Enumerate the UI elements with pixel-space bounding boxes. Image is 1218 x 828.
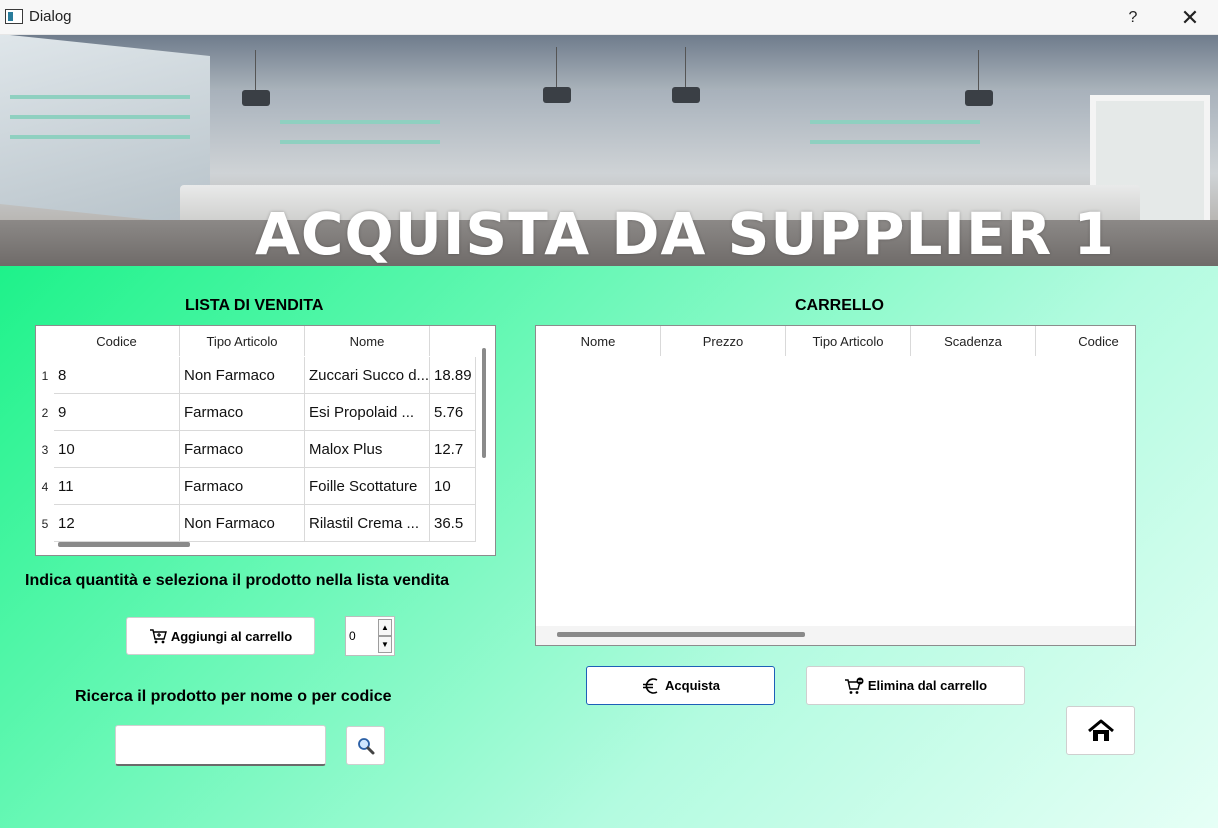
home-button[interactable]	[1066, 706, 1135, 755]
table-cell[interactable]: 8	[54, 357, 180, 394]
table-cell[interactable]: 18.89	[430, 357, 476, 394]
table-cell[interactable]: 9	[54, 394, 180, 431]
page-headline: ACQUISTA DA SUPPLIER 1	[255, 200, 1115, 266]
buy-button[interactable]: Acquista	[586, 666, 775, 705]
column-header-nome[interactable]: Nome	[536, 326, 661, 356]
table-cell[interactable]: Farmaco	[180, 394, 305, 431]
search-button[interactable]	[346, 726, 385, 765]
quantity-stepper[interactable]: 0 ▲ ▼	[345, 616, 395, 656]
banner-shelf	[10, 135, 190, 139]
banner-shelf	[10, 115, 190, 119]
column-header-nome[interactable]: Nome	[305, 326, 430, 356]
row-number[interactable]: 4	[36, 468, 54, 505]
table-cell[interactable]: Farmaco	[180, 468, 305, 505]
close-button[interactable]: ✕	[1165, 0, 1215, 35]
table-cell[interactable]: 11	[54, 468, 180, 505]
add-to-cart-label: Aggiungi al carrello	[170, 628, 293, 644]
banner-shelf	[810, 120, 980, 124]
title-bar: Dialog ? ✕	[0, 0, 1218, 35]
sales-list-title: LISTA DI VENDITA	[185, 297, 324, 314]
table-cell[interactable]: Zuccari Succo d...	[305, 357, 430, 394]
table-cell[interactable]: Farmaco	[180, 431, 305, 468]
table-cell[interactable]: Non Farmaco	[180, 505, 305, 542]
column-header-prezzo[interactable]: Prezzo	[661, 326, 786, 356]
table-cell[interactable]: Rilastil Crema ...	[305, 505, 430, 542]
help-button[interactable]: ?	[1108, 0, 1158, 35]
banner-lamp	[543, 47, 571, 103]
buy-label: Acquista	[665, 678, 720, 693]
sales-list-table[interactable]: Codice Tipo Articolo Nome 1 8 Non Farmac…	[35, 325, 496, 556]
table-cell[interactable]: Esi Propolaid ...	[305, 394, 430, 431]
column-header-codice[interactable]: Codice	[54, 326, 180, 356]
banner-shelf-wall	[0, 35, 210, 227]
column-header-tipo-articolo[interactable]: Tipo Articolo	[180, 326, 305, 356]
table-cell[interactable]: 10	[430, 468, 476, 505]
column-header-scadenza[interactable]: Scadenza	[911, 326, 1036, 356]
magnifier-icon	[357, 737, 374, 754]
row-number[interactable]: 1	[36, 357, 54, 394]
banner-shelf	[280, 140, 440, 144]
quantity-down-button[interactable]: ▼	[378, 636, 392, 653]
euro-icon	[643, 677, 658, 694]
quantity-up-button[interactable]: ▲	[378, 619, 392, 636]
cart-title: CARRELLO	[795, 297, 884, 314]
search-label: Ricerca il prodotto per nome o per codic…	[75, 688, 392, 705]
horizontal-scrollbar[interactable]	[58, 542, 190, 547]
column-header-codice[interactable]: Codice	[1036, 326, 1135, 356]
table-cell[interactable]: 5.76	[430, 394, 476, 431]
horizontal-scrollbar[interactable]	[557, 632, 805, 637]
window-title: Dialog	[29, 8, 72, 25]
column-header-prezzo[interactable]	[430, 326, 476, 356]
cart-remove-icon	[844, 677, 864, 694]
table-cell[interactable]: 12.7	[430, 431, 476, 468]
cart-table[interactable]: Nome Prezzo Tipo Articolo Scadenza Codic…	[535, 325, 1136, 646]
banner-shelf	[10, 95, 190, 99]
table-cell[interactable]: 12	[54, 505, 180, 542]
row-number[interactable]: 3	[36, 431, 54, 468]
table-cell[interactable]: Foille Scottature	[305, 468, 430, 505]
banner-lamp	[242, 50, 270, 106]
row-number[interactable]: 5	[36, 505, 54, 542]
cart-icon	[149, 629, 167, 644]
vertical-scrollbar[interactable]	[482, 348, 486, 458]
table-cell[interactable]: 36.5	[430, 505, 476, 542]
remove-from-cart-button[interactable]: Elimina dal carrello	[806, 666, 1025, 705]
home-icon	[1087, 719, 1114, 741]
add-to-cart-button[interactable]: Aggiungi al carrello	[126, 617, 315, 655]
app-icon	[5, 9, 23, 24]
banner-lamp	[965, 50, 993, 106]
table-cell[interactable]: Non Farmaco	[180, 357, 305, 394]
banner-lamp	[672, 47, 700, 103]
quantity-instruction: Indica quantità e seleziona il prodotto …	[25, 572, 450, 589]
search-input[interactable]	[115, 725, 326, 766]
table-cell[interactable]: 10	[54, 431, 180, 468]
column-header-tipo-articolo[interactable]: Tipo Articolo	[786, 326, 911, 356]
remove-from-cart-label: Elimina dal carrello	[867, 678, 988, 693]
row-number[interactable]: 2	[36, 394, 54, 431]
banner-shelf	[810, 140, 980, 144]
quantity-value[interactable]: 0	[349, 629, 356, 643]
table-cell[interactable]: Malox Plus	[305, 431, 430, 468]
banner-shelf	[280, 120, 440, 124]
pharmacy-banner: ACQUISTA DA SUPPLIER 1	[0, 35, 1218, 266]
